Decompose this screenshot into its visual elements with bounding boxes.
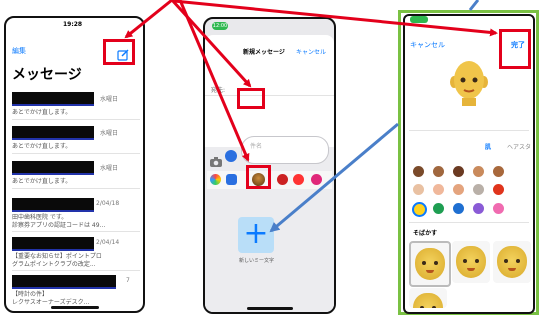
- arrow-to-memoji-app: [178, 0, 250, 162]
- arrow-top-blue: [468, 0, 480, 11]
- arrow-to-compose: [124, 0, 173, 39]
- arrow-to-done: [173, 0, 498, 37]
- annotation-arrows: [124, 0, 498, 233]
- arrow-to-new-memoji: [269, 122, 399, 233]
